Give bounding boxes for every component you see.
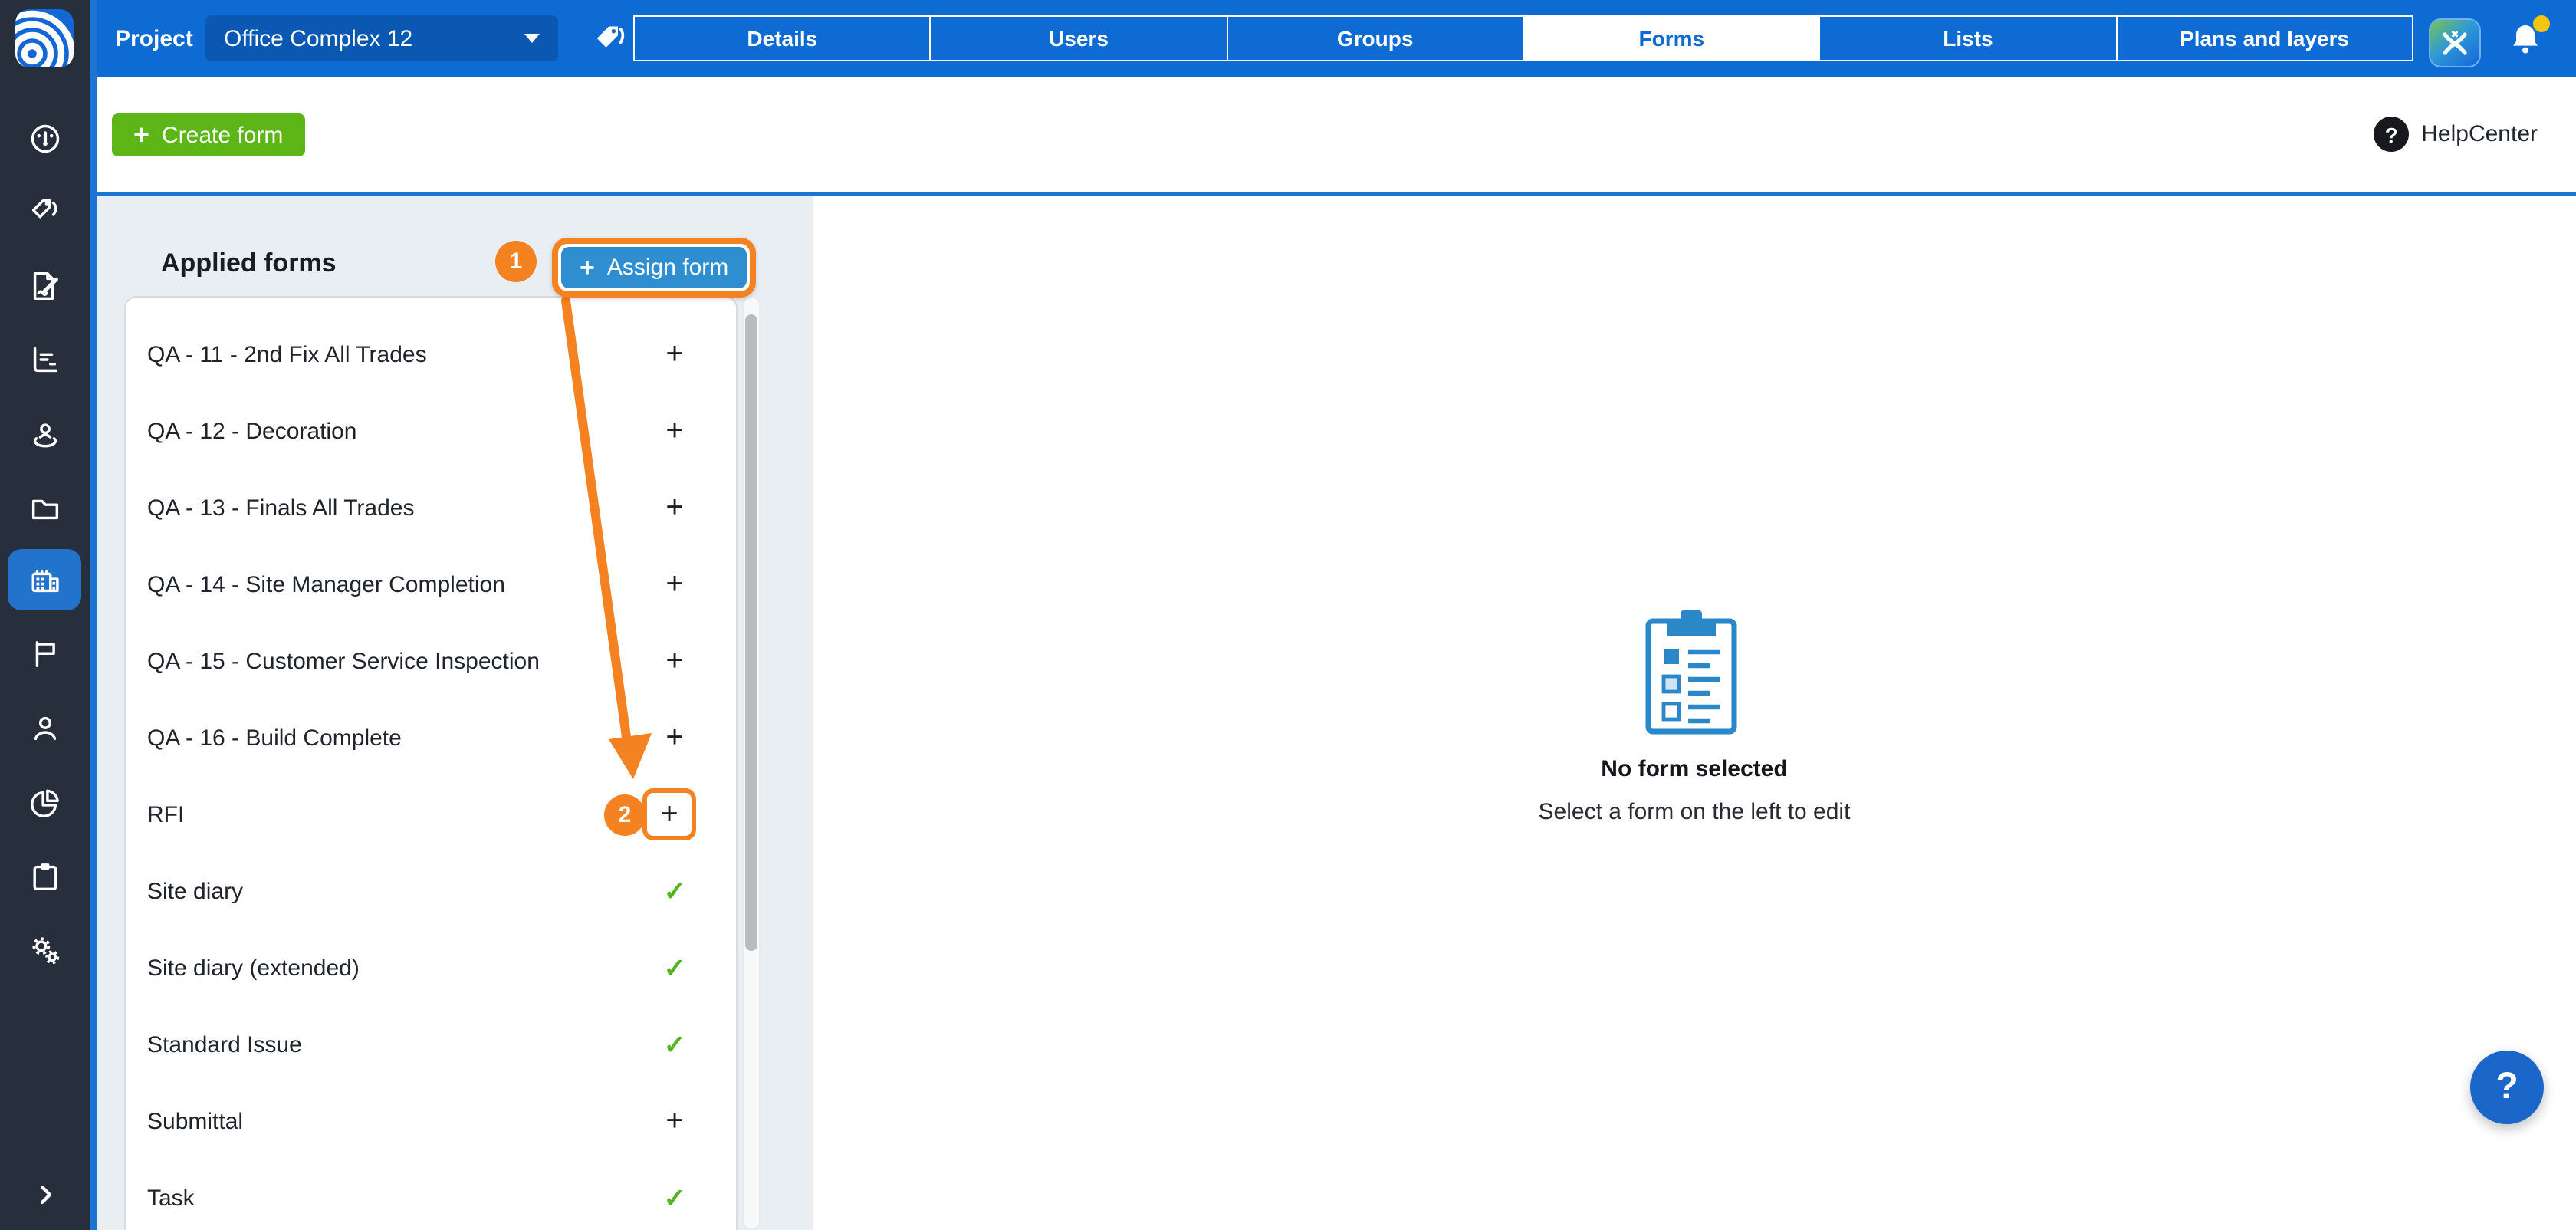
scrollbar-thumb[interactable] (745, 314, 757, 951)
tab-plans-and-layers[interactable]: Plans and layers (2115, 17, 2412, 60)
notifications-bell-icon[interactable] (2507, 20, 2547, 60)
assign-plus-button[interactable]: + (653, 1106, 696, 1136)
app-window: Project Office Complex 12 DetailsUsersGr… (0, 0, 2576, 1230)
form-row[interactable]: QA - 15 - Customer Service Inspection+ (126, 623, 736, 699)
floating-help-button[interactable]: ? (2470, 1051, 2544, 1124)
form-name: Site diary (extended) (147, 955, 653, 981)
annotation-step-1-badge: 1 (495, 241, 537, 282)
create-form-button[interactable]: + Create form (112, 113, 304, 156)
annotation-step-2-badge: 2 (604, 794, 646, 835)
plus-icon: + (133, 121, 150, 149)
form-row[interactable]: Submittal+ (126, 1083, 736, 1159)
sidebar-item-settings-icon[interactable] (11, 919, 78, 981)
assign-plus-button[interactable]: + (653, 416, 696, 446)
assigned-check-icon: ✓ (653, 955, 696, 981)
form-row[interactable]: QA - 11 - 2nd Fix All Trades+ (126, 316, 736, 393)
project-label: Project (115, 0, 193, 77)
app-logo (15, 9, 74, 67)
form-name: Task (147, 1185, 653, 1211)
sidebar-expand-button[interactable] (26, 1175, 66, 1215)
tab-lists[interactable]: Lists (1819, 17, 2116, 60)
clipboard-form-icon (1644, 607, 1739, 736)
sidebar-item-dashboard-icon[interactable] (11, 107, 78, 169)
form-name: RFI (147, 801, 604, 827)
tab-details[interactable]: Details (635, 17, 930, 60)
chevron-down-icon (524, 34, 540, 43)
form-row[interactable]: Task✓ (126, 1159, 736, 1230)
question-mark-icon: ? (2374, 117, 2409, 152)
apps-switcher-icon[interactable] (2429, 18, 2481, 67)
sidebar-item-reports-icon[interactable] (11, 329, 78, 390)
sidebar-item-flags-icon[interactable] (11, 623, 78, 685)
applied-forms-title: Applied forms (161, 248, 337, 279)
assign-form-button[interactable]: + Assign form (561, 247, 747, 288)
form-row[interactable]: Site diary✓ (126, 853, 736, 929)
form-row[interactable]: QA - 12 - Decoration+ (126, 393, 736, 469)
form-row[interactable]: QA - 13 - Finals All Trades+ (126, 469, 736, 546)
assign-plus-button[interactable]: + (653, 492, 696, 523)
plus-icon: + (580, 255, 595, 281)
form-name: QA - 14 - Site Manager Completion (147, 571, 653, 597)
form-row[interactable]: QA - 16 - Build Complete+ (126, 699, 736, 776)
form-row[interactable]: RFI2+ (126, 776, 736, 853)
tab-groups[interactable]: Groups (1226, 17, 1523, 60)
form-name: QA - 13 - Finals All Trades (147, 495, 653, 521)
form-name: QA - 12 - Decoration (147, 418, 653, 444)
assigned-check-icon: ✓ (653, 1031, 696, 1057)
tab-forms[interactable]: Forms (1523, 17, 1819, 60)
form-name: Submittal (147, 1108, 653, 1134)
assign-plus-button[interactable]: + (653, 646, 696, 676)
sidebar-accent-strip (90, 0, 97, 1230)
assign-plus-button[interactable]: + (653, 339, 696, 370)
form-row[interactable]: QA - 14 - Site Manager Completion+ (126, 546, 736, 623)
form-name: QA - 16 - Build Complete (147, 725, 653, 751)
help-center-link[interactable]: ? HelpCenter (2374, 77, 2538, 192)
sidebar-item-tasks-icon[interactable] (11, 845, 78, 906)
sidebar-item-documents-icon[interactable] (11, 477, 78, 538)
assign-plus-button-highlighted[interactable]: + (642, 788, 696, 840)
form-name: QA - 15 - Customer Service Inspection (147, 648, 653, 674)
notification-badge (2533, 15, 2550, 32)
assigned-check-icon: ✓ (653, 878, 696, 904)
project-tabs: DetailsUsersGroupsFormsListsPlans and la… (633, 15, 2413, 61)
form-row[interactable]: Standard Issue✓ (126, 1006, 736, 1083)
applied-forms-column: Applied forms 1 + Assign form QA - 11 - … (97, 196, 813, 1230)
forms-list-panel: QA - 11 - 2nd Fix All Trades+QA - 12 - D… (124, 296, 738, 1230)
assigned-check-icon: ✓ (653, 1185, 696, 1211)
form-name: Standard Issue (147, 1031, 653, 1057)
project-selector-dropdown[interactable]: Office Complex 12 (205, 15, 558, 61)
form-name: Site diary (147, 878, 653, 904)
top-navigation-bar: Project Office Complex 12 DetailsUsersGr… (97, 0, 2576, 77)
form-name: QA - 11 - 2nd Fix All Trades (147, 341, 653, 367)
empty-state-subtitle: Select a form on the left to edit (813, 799, 2576, 825)
form-editor-area: No form selected Select a form on the le… (813, 196, 2576, 1230)
assign-plus-button[interactable]: + (653, 722, 696, 753)
sidebar-item-site-team-icon[interactable] (11, 403, 78, 465)
project-selector-value: Office Complex 12 (224, 25, 412, 51)
sidebar-item-forms-icon[interactable] (11, 255, 78, 317)
sidebar (0, 0, 90, 1230)
form-row[interactable]: Site diary (extended)✓ (126, 929, 736, 1006)
sidebar-item-projects-icon[interactable] (11, 550, 78, 611)
sidebar-item-tags-icon[interactable] (11, 181, 78, 242)
tab-users[interactable]: Users (930, 17, 1227, 60)
project-tags-icon[interactable] (593, 23, 627, 54)
sidebar-item-analytics-icon[interactable] (11, 771, 78, 833)
secondary-toolbar: + Create form ? HelpCenter (97, 77, 2576, 192)
assign-plus-button[interactable]: + (653, 569, 696, 600)
sidebar-item-contacts-icon[interactable] (11, 697, 78, 758)
annotation-highlight-ring: + Assign form (552, 238, 756, 298)
empty-state-title: No form selected (813, 756, 2576, 782)
